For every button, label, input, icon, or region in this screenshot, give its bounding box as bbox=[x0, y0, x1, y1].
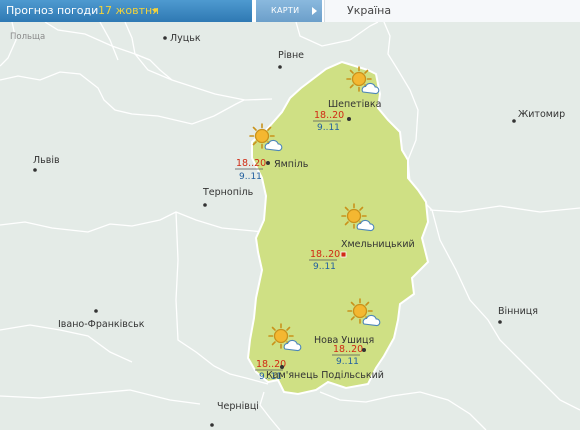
label-chernivtsi: Чернівці bbox=[217, 401, 259, 412]
label-ivano-frankivsk: Івано-Франківськ bbox=[58, 319, 145, 330]
city-marker-lutsk bbox=[163, 36, 167, 40]
city-label-shepetivka: Шепетівка bbox=[328, 99, 381, 110]
city-label-khmelnytskyi: Хмельницький bbox=[341, 239, 415, 250]
city-label-kamianets: Кам'янець Подільський bbox=[266, 370, 384, 381]
title-bar: Прогноз погоди 17 жовтня bbox=[0, 0, 252, 22]
capital-marker-khmelnytskyi bbox=[340, 251, 347, 258]
night-temp-nova-ushytsia: 9..11 bbox=[336, 357, 359, 367]
city-marker-rivne bbox=[278, 65, 282, 69]
night-temp-khmelnytskyi: 9..11 bbox=[313, 262, 336, 272]
city-marker-shepetivka bbox=[347, 117, 351, 121]
label-rivne: Рівне bbox=[278, 50, 304, 61]
day-temp-khmelnytskyi: 18..20 bbox=[310, 249, 340, 260]
maps-button[interactable]: КАРТИ bbox=[256, 0, 322, 22]
maps-button-label: КАРТИ bbox=[271, 6, 300, 15]
city-label-yampil: Ямпіль bbox=[274, 159, 309, 170]
city-marker-kamianets bbox=[280, 365, 284, 369]
label-vinnytsia: Вінниця bbox=[498, 306, 538, 317]
city-marker-lviv bbox=[33, 168, 37, 172]
region-label: Україна bbox=[347, 4, 392, 17]
date-selector[interactable]: 17 жовтня bbox=[98, 4, 159, 17]
city-marker-chernivtsi bbox=[210, 423, 214, 427]
night-temp-yampil: 9..11 bbox=[239, 172, 262, 182]
top-bar: Прогноз погоди 17 жовтня КАРТИ Україна bbox=[0, 0, 580, 22]
city-marker-nova-ushytsia bbox=[362, 348, 366, 352]
page-title: Прогноз погоди bbox=[6, 4, 99, 17]
city-marker-ternopil bbox=[203, 203, 207, 207]
chevron-down-icon[interactable] bbox=[152, 9, 158, 13]
play-arrow-icon bbox=[312, 7, 317, 15]
label-zhytomyr: Житомир bbox=[518, 109, 565, 120]
label-lutsk: Луцьк bbox=[170, 33, 201, 44]
label-poland: Польща bbox=[10, 32, 45, 42]
night-temp-shepetivka: 9..11 bbox=[317, 123, 340, 133]
city-marker-zhytomyr bbox=[512, 119, 516, 123]
day-temp-yampil: 18..20 bbox=[236, 158, 266, 169]
label-ternopil: Тернопіль bbox=[202, 187, 254, 198]
city-marker-vinnytsia bbox=[498, 320, 502, 324]
region-selector[interactable]: Україна bbox=[324, 0, 580, 22]
city-marker-ivano-frankivsk bbox=[94, 309, 98, 313]
weather-map: Польща Луцьк Рівне Житомир Львів Тернопі… bbox=[0, 22, 580, 430]
day-temp-shepetivka: 18..20 bbox=[314, 110, 344, 121]
city-marker-yampil bbox=[266, 161, 270, 165]
label-lviv: Львів bbox=[33, 155, 60, 166]
day-temp-nova-ushytsia: 18..20 bbox=[333, 344, 363, 355]
